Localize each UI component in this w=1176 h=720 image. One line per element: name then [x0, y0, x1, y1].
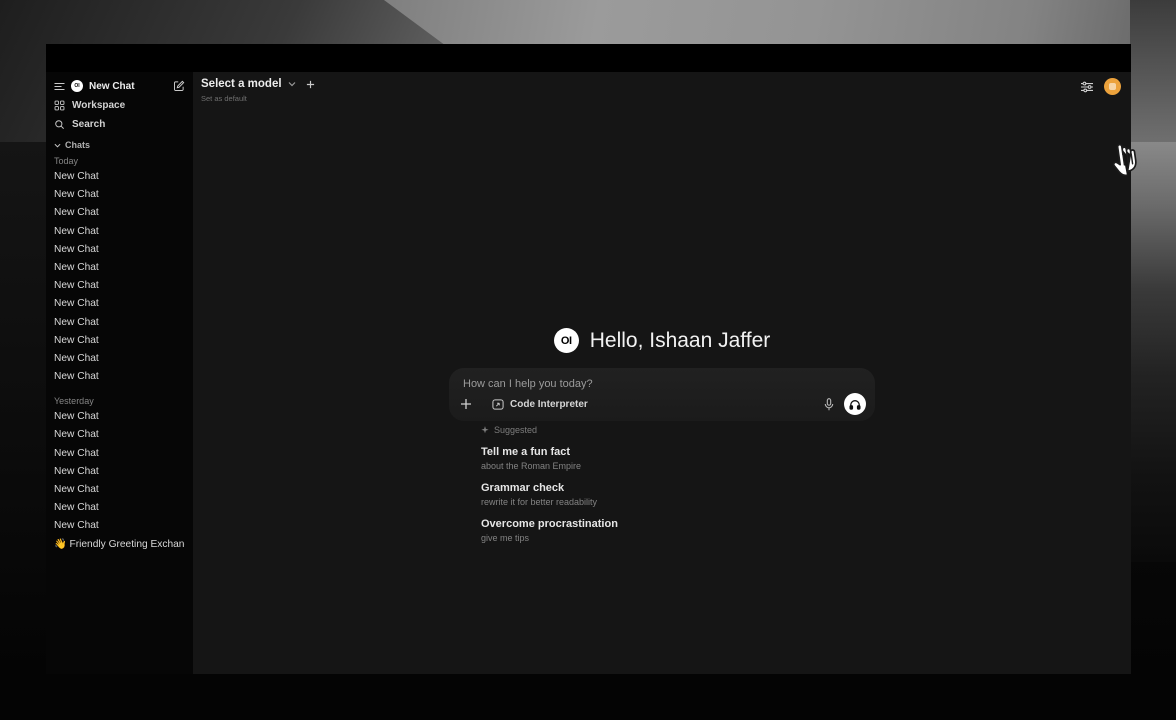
app-body: OI New Chat Workspace Searc — [46, 72, 1131, 674]
main-pane: Select a model Set as default — [193, 72, 1131, 674]
workspace-label: Workspace — [72, 100, 125, 111]
suggested-prompt-title: Tell me a fun fact — [481, 446, 781, 459]
wallpaper-bottom-band — [0, 674, 1176, 720]
voice-call-button[interactable] — [844, 393, 866, 415]
model-selector[interactable]: Select a model — [201, 78, 315, 90]
sidebar-current-chat-title: New Chat — [89, 81, 167, 92]
user-avatar[interactable] — [1104, 78, 1121, 95]
suggested-prompt-subtitle: about the Roman Empire — [481, 460, 781, 472]
chat-list-item[interactable]: New Chat — [54, 368, 185, 386]
chat-list-item[interactable]: New Chat — [54, 445, 185, 463]
suggested-prompt-subtitle: give me tips — [481, 532, 781, 544]
set-as-default-link[interactable]: Set as default — [201, 94, 315, 103]
sidebar-header: OI New Chat — [54, 76, 185, 96]
chat-list-item[interactable]: New Chat — [54, 481, 185, 499]
chat-list: TodayNew ChatNew ChatNew ChatNew ChatNew… — [54, 154, 185, 554]
app-logo-icon-large: OI — [554, 328, 579, 353]
code-interpreter-icon — [492, 399, 504, 410]
app-window: OI New Chat Workspace Searc — [46, 44, 1131, 674]
model-chevron-down-icon — [288, 81, 296, 87]
microphone-icon[interactable] — [824, 398, 834, 411]
sidebar-item-search[interactable]: Search — [54, 115, 185, 134]
chat-group-label: Today — [54, 154, 185, 168]
chat-list-item[interactable]: New Chat — [54, 314, 185, 332]
chat-list-item[interactable]: New Chat — [54, 204, 185, 222]
chats-section-header[interactable]: Chats — [54, 138, 185, 152]
header-actions — [1080, 78, 1121, 95]
composer-toolbar: Code Interpreter — [460, 393, 866, 415]
wallpaper-top-right — [1130, 0, 1176, 142]
search-label: Search — [72, 119, 105, 130]
search-icon — [54, 119, 65, 130]
suggested-prompt[interactable]: Overcome procrastinationgive me tips — [481, 518, 781, 544]
sidebar-item-workspace[interactable]: Workspace — [54, 96, 185, 115]
chat-group-label: Yesterday — [54, 394, 185, 408]
wallpaper-left-band — [0, 142, 46, 674]
code-interpreter-toggle[interactable]: Code Interpreter — [492, 399, 588, 410]
new-chat-icon[interactable] — [173, 80, 185, 92]
greeting-text: Hello, Ishaan Jaffer — [590, 329, 771, 353]
chat-list-item[interactable]: New Chat — [54, 499, 185, 517]
sidebar-toggle-icon[interactable] — [54, 82, 65, 91]
desktop: OI New Chat Workspace Searc — [0, 0, 1176, 720]
chat-list-item[interactable]: New Chat — [54, 186, 185, 204]
chat-list-item[interactable]: New Chat — [54, 426, 185, 444]
controls-sliders-icon[interactable] — [1080, 81, 1094, 93]
suggested-prompt[interactable]: Grammar checkrewrite it for better reada… — [481, 482, 781, 508]
message-input[interactable] — [463, 374, 861, 394]
model-selector-block: Select a model Set as default — [201, 78, 315, 103]
add-model-icon[interactable] — [306, 80, 315, 89]
chat-list-item[interactable]: 👋 Friendly Greeting Exchange — [54, 536, 185, 554]
chats-section-label: Chats — [65, 140, 90, 150]
sidebar: OI New Chat Workspace Searc — [46, 72, 193, 674]
chat-list-item[interactable]: New Chat — [54, 332, 185, 350]
suggested-section: Suggested Tell me a fun factabout the Ro… — [481, 424, 781, 544]
message-composer[interactable]: Code Interpreter — [449, 368, 875, 421]
chat-list-item[interactable]: New Chat — [54, 259, 185, 277]
suggested-list: Tell me a fun factabout the Roman Empire… — [481, 446, 781, 544]
chat-list-item[interactable]: New Chat — [54, 408, 185, 426]
suggested-label: Suggested — [494, 425, 537, 435]
suggested-header: Suggested — [481, 424, 781, 436]
model-selector-label[interactable]: Select a model — [201, 78, 282, 90]
chat-list-item[interactable]: New Chat — [54, 223, 185, 241]
main-header: Select a model Set as default — [193, 78, 1131, 103]
avatar-glyph — [1109, 83, 1116, 90]
workspace-grid-icon — [54, 100, 65, 111]
chat-list-item[interactable]: New Chat — [54, 295, 185, 313]
chat-list-item[interactable]: New Chat — [54, 350, 185, 368]
chat-list-item[interactable]: New Chat — [54, 517, 185, 535]
wallpaper-right-band — [1130, 142, 1176, 562]
sparkle-icon — [481, 426, 489, 435]
chat-list-item[interactable]: New Chat — [54, 241, 185, 259]
window-titlebar — [46, 44, 1131, 72]
chat-list-item[interactable]: New Chat — [54, 277, 185, 295]
app-logo-icon: OI — [71, 80, 83, 92]
suggested-prompt[interactable]: Tell me a fun factabout the Roman Empire — [481, 446, 781, 472]
code-interpreter-label: Code Interpreter — [510, 399, 588, 410]
chevron-down-icon — [54, 143, 61, 148]
attach-plus-icon[interactable] — [460, 398, 472, 410]
suggested-prompt-title: Overcome procrastination — [481, 518, 781, 531]
chat-list-item[interactable]: New Chat — [54, 168, 185, 186]
suggested-prompt-title: Grammar check — [481, 482, 781, 495]
hero-greeting-row: OI Hello, Ishaan Jaffer — [193, 328, 1131, 353]
suggested-prompt-subtitle: rewrite it for better readability — [481, 496, 781, 508]
chat-list-item[interactable]: New Chat — [54, 463, 185, 481]
